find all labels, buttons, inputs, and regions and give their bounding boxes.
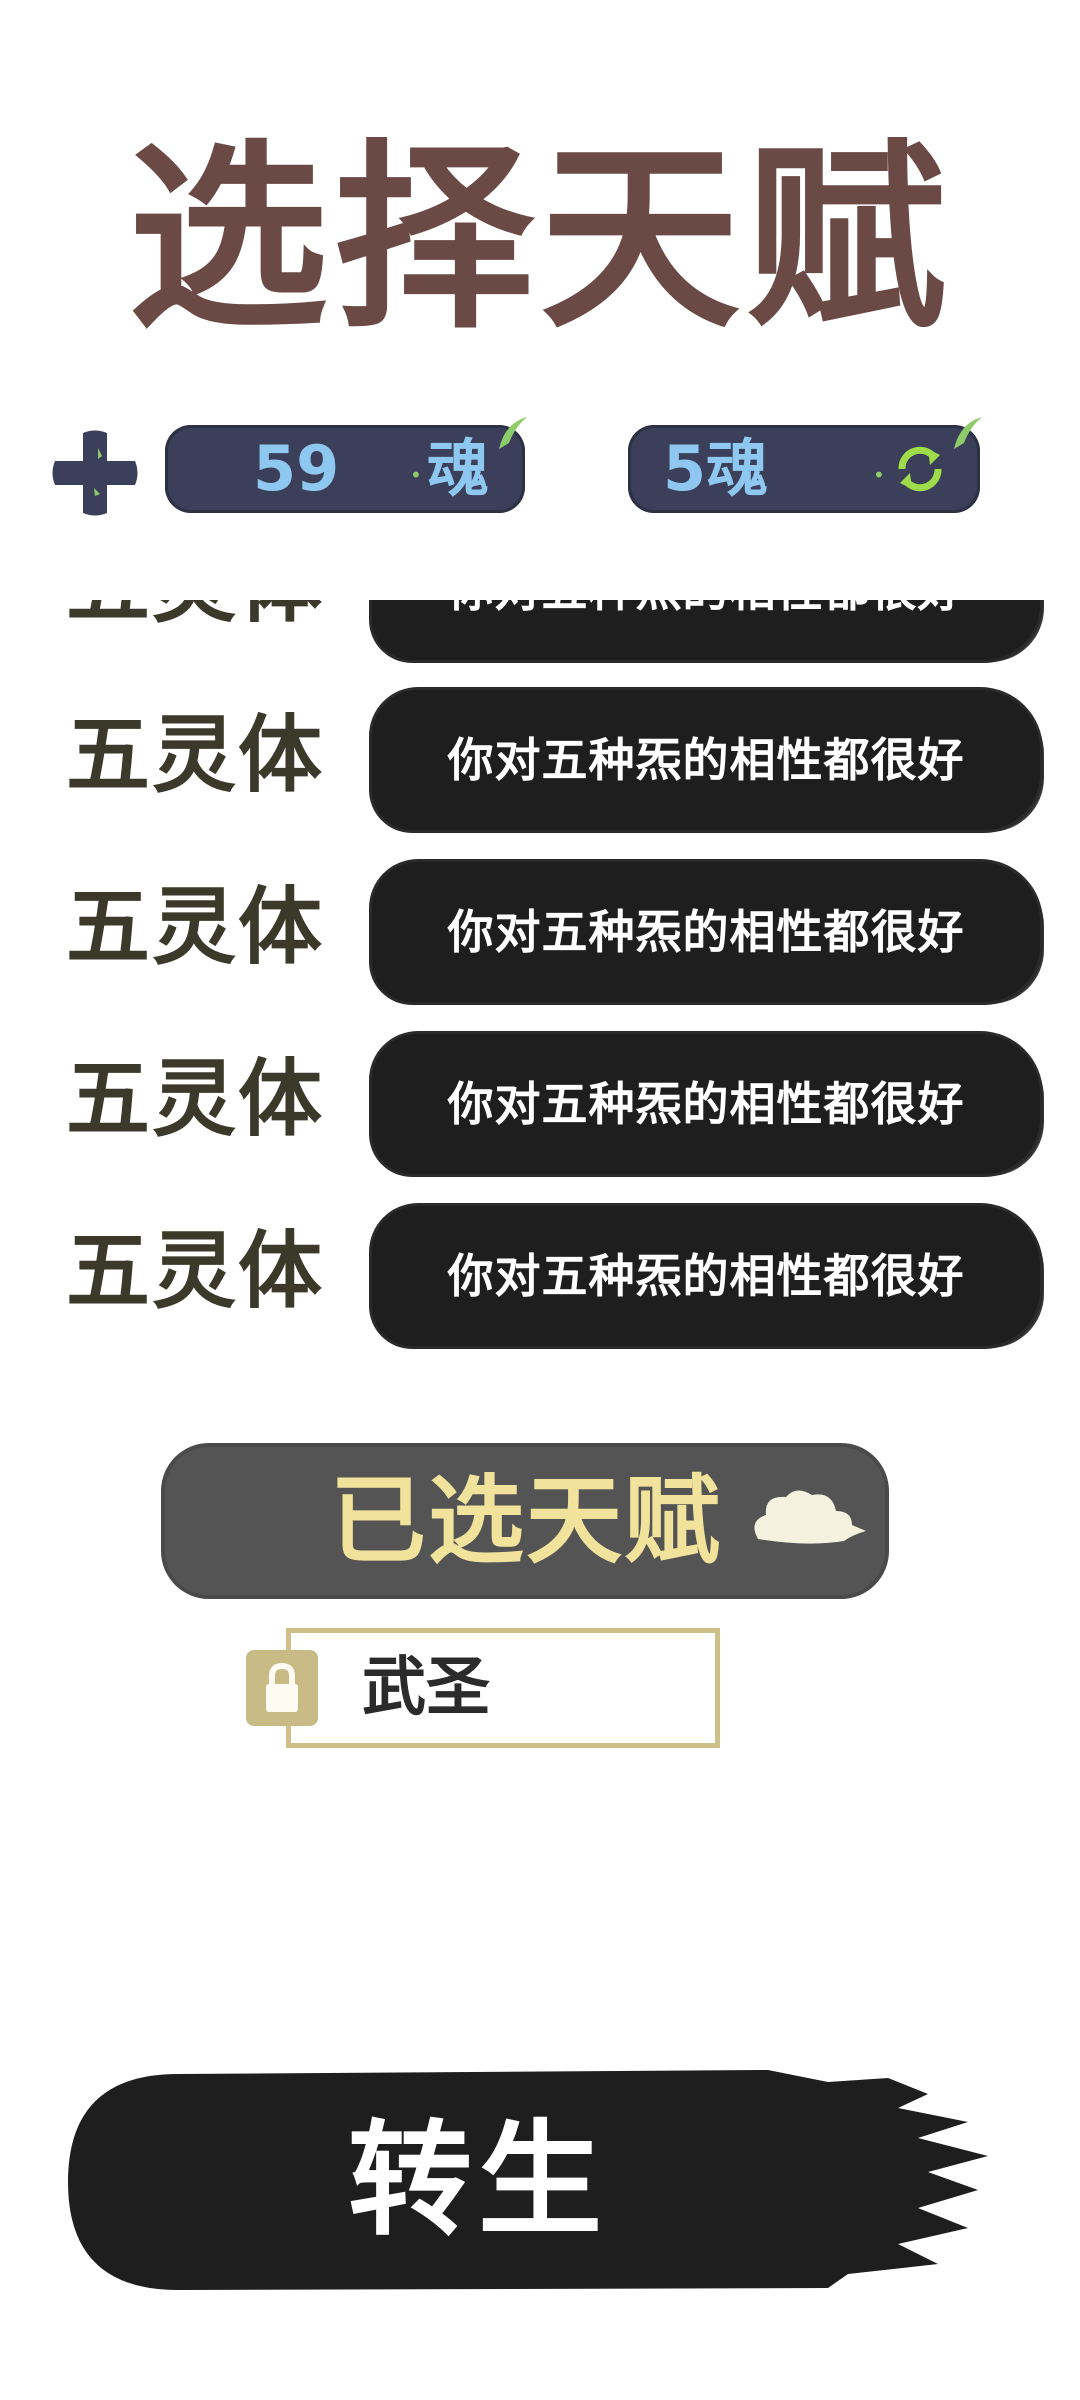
talent-desc: 你对五种炁的相性都很好 <box>447 1249 965 1303</box>
talent-name: 五灵体 <box>66 1222 325 1320</box>
rebirth-button[interactable]: 转生 <box>68 2068 988 2294</box>
selected-talent-slot[interactable]: 武圣 <box>246 1628 720 1748</box>
talent-option[interactable]: 五灵体 你对五种炁的相性都很好 <box>0 600 1080 660</box>
talent-desc: 你对五种炁的相性都很好 <box>447 905 965 959</box>
talent-name: 五灵体 <box>66 1050 325 1148</box>
selected-header-label: 已选天赋 <box>330 1465 722 1577</box>
selected-talents-header: 已选天赋 <box>165 1447 885 1595</box>
leaf-icon <box>499 417 527 449</box>
soul-counter: 59 • 魂 <box>165 417 527 513</box>
talent-option[interactable]: 五灵体 你对五种炁的相性都很好 <box>0 852 1080 1002</box>
rebirth-label: 转生 <box>347 2109 608 2253</box>
talent-desc: 你对五种炁的相性都很好 <box>372 600 1040 660</box>
talent-desc-box: 你对五种炁的相性都很好 <box>372 1206 1040 1346</box>
talent-desc-box: 你对五种炁的相性都很好 <box>372 1034 1040 1174</box>
soul-unit: 魂 <box>427 432 490 505</box>
cloud-icon <box>754 1490 866 1544</box>
add-soul-button[interactable] <box>50 428 140 518</box>
refresh-button[interactable]: 5魂 • <box>628 417 982 513</box>
talent-option[interactable]: 五灵体 你对五种炁的相性都很好 <box>0 1024 1080 1174</box>
talent-frame <box>286 1628 720 1748</box>
refresh-icon <box>898 446 942 492</box>
page-title: 选择天赋 <box>127 123 952 356</box>
leaf-icon <box>954 417 982 449</box>
refresh-cost: 5魂 <box>663 432 769 505</box>
talent-name: 五灵体 <box>66 706 325 804</box>
lock-icon <box>246 1650 318 1726</box>
soul-count: 59 <box>253 432 340 505</box>
talent-desc-box: 你对五种炁的相性都很好 <box>372 690 1040 830</box>
selected-talent-name: 武圣 <box>362 1651 490 1725</box>
talent-desc-box: 你对五种炁的相性都很好 <box>372 862 1040 1002</box>
talent-desc: 你对五种炁的相性都很好 <box>447 1077 965 1131</box>
leaf-dots: • <box>410 463 422 487</box>
talent-name: 五灵体 <box>66 878 325 976</box>
talent-list[interactable]: 五灵体 你对五种炁的相性都很好 五灵体 你对五种炁的相性都很好 五灵体 你对五种… <box>0 600 1080 1360</box>
plus-icon <box>52 430 138 516</box>
talent-option[interactable]: 五灵体 你对五种炁的相性都很好 <box>0 1196 1080 1346</box>
talent-desc: 你对五种炁的相性都很好 <box>447 733 965 787</box>
leaf-dots: • <box>873 463 885 487</box>
talent-option[interactable]: 五灵体 你对五种炁的相性都很好 <box>0 680 1080 830</box>
talent-name: 五灵体 <box>66 600 324 640</box>
talent-desc-box: 你对五种炁的相性都很好 <box>372 600 1040 660</box>
